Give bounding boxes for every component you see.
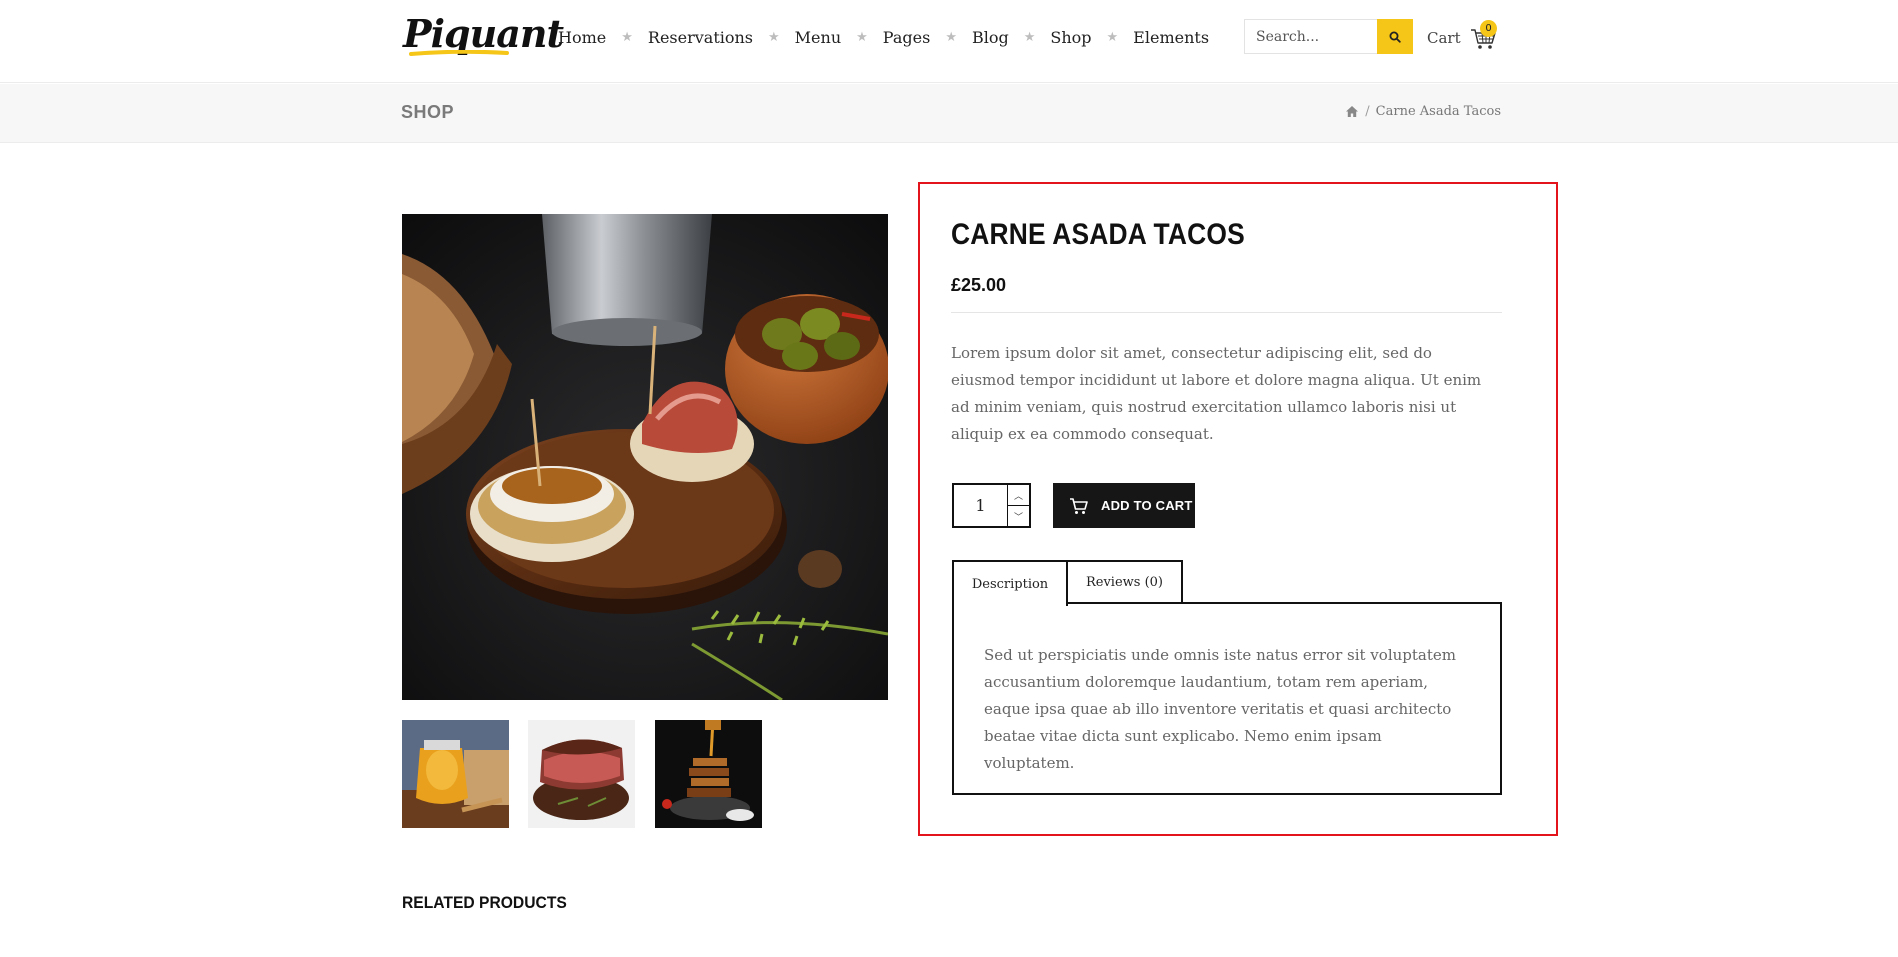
product-photo [402,214,888,700]
breadcrumb-separator: / [1365,104,1370,119]
nav-elements[interactable]: Elements [1133,28,1209,47]
nav-reservations[interactable]: Reservations [648,28,753,47]
star-icon: ★ [1023,29,1036,45]
price-divider [951,312,1502,313]
logo[interactable]: Piquant [403,12,564,58]
page-title-bar: SHOP / Carne Asada Tacos [0,84,1898,143]
steak-photo [528,720,635,828]
breadcrumb-current: Carne Asada Tacos [1375,104,1501,119]
site-header: Piquant Home ★ Reservations ★ Menu ★ Pag… [0,0,1898,83]
tab-reviews[interactable]: Reviews (0) [1066,560,1183,604]
product-thumbnail[interactable] [528,720,635,828]
chevron-down-icon: ﹀ [1013,512,1023,523]
cart-label: Cart [1427,29,1461,47]
star-icon: ★ [768,29,780,45]
star-icon: ★ [856,29,868,45]
tab-reviews-label: Reviews (0) [1085,574,1164,590]
cart-icon [1070,497,1088,514]
tab-description-label: Description [971,576,1049,592]
cart-count-badge: 0 [1480,20,1497,37]
add-to-cart-label: ADD TO CART [1101,498,1193,513]
product-description: Sed ut perspiciatis unde omnis iste natu… [984,646,1456,772]
nav-pages[interactable]: Pages [883,28,931,47]
chevron-up-icon: ︿ [1013,491,1023,502]
quantity-increase-button[interactable]: ︿ [1008,485,1029,506]
tab-panel-description: Sed ut perspiciatis unde omnis iste natu… [952,602,1502,795]
search-button[interactable] [1377,19,1413,54]
quantity-steps: ︿ ﹀ [1007,485,1029,526]
quantity-decrease-button[interactable]: ﹀ [1008,506,1029,526]
nav-menu[interactable]: Menu [795,28,841,47]
product-title: CARNE ASADA TACOS [951,218,1245,251]
nav-blog[interactable]: Blog [972,28,1009,47]
logo-underline [409,50,509,56]
home-icon[interactable] [1345,105,1359,118]
add-to-cart-button[interactable]: ADD TO CART [1053,483,1195,528]
product-thumbnail[interactable] [402,720,509,828]
related-products-heading: RELATED PRODUCTS [402,893,567,912]
star-icon: ★ [945,29,957,45]
search-input[interactable] [1245,20,1378,53]
pancakes-photo [655,720,762,828]
star-icon: ★ [1106,29,1119,45]
search-icon [1389,31,1401,43]
tab-description[interactable]: Description [952,560,1068,606]
star-icon: ★ [621,29,633,45]
product-price: £25.00 [951,275,1007,295]
main-nav: Home ★ Reservations ★ Menu ★ Pages ★ Blo… [558,24,1209,50]
breadcrumb: / Carne Asada Tacos [1345,104,1501,119]
page-title: SHOP [401,102,455,122]
product-main-image[interactable] [402,214,888,700]
quantity-input[interactable] [954,485,1007,526]
quantity-stepper: ︿ ﹀ [952,483,1031,528]
product-thumbnail[interactable] [655,720,762,828]
nav-home[interactable]: Home [558,28,606,47]
product-short-description: Lorem ipsum dolor sit amet, consectetur … [951,344,1482,443]
search-box [1244,19,1413,54]
nav-shop[interactable]: Shop [1050,28,1091,47]
honey-jar-photo [402,720,509,828]
